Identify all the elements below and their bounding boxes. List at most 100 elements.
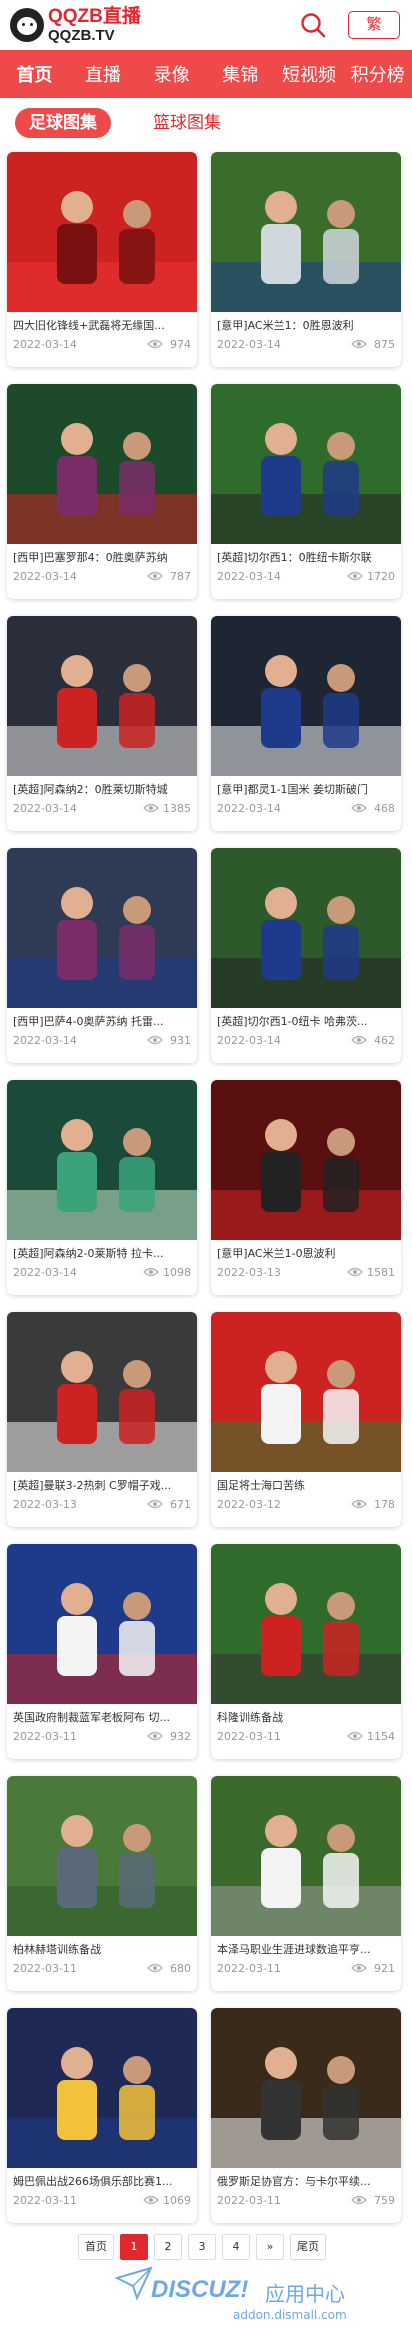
card-title[interactable]: [英超]切尔西1：0胜纽卡斯尔联 [211, 544, 401, 566]
traditional-chinese-button[interactable]: 繁 [348, 11, 400, 39]
nav-home[interactable]: 首页 [0, 61, 69, 87]
card-view-count: 974 [170, 337, 191, 351]
card-date: 2022-03-13 [13, 1497, 77, 1511]
gallery-thumbnail[interactable] [7, 1312, 197, 1472]
card-title[interactable]: [意甲]AC米兰1-0恩波利 [211, 1240, 401, 1262]
page-first[interactable]: 首页 [78, 2234, 114, 2260]
card-date: 2022-03-14 [13, 1265, 77, 1279]
gallery-card[interactable]: 英国政府制裁蓝军老板阿布 切... 2022-03-11 932 [7, 1544, 197, 1759]
eye-icon [147, 1963, 163, 1973]
card-date: 2022-03-11 [13, 2193, 77, 2207]
card-view-count: 1069 [163, 2193, 191, 2207]
gallery-thumbnail[interactable] [211, 2008, 401, 2168]
gallery-thumbnail[interactable] [211, 1080, 401, 1240]
card-title[interactable]: [英超]阿森纳2-0莱斯特 拉卡... [7, 1240, 197, 1262]
gallery-card[interactable]: [西甲]巴塞罗那4：0胜奥萨苏纳 2022-03-14 787 [7, 384, 197, 599]
page-last[interactable]: 尾页 [290, 2234, 326, 2260]
gallery-thumbnail[interactable] [7, 384, 197, 544]
gallery-card[interactable]: [西甲]巴萨4-0奥萨苏纳 托雷... 2022-03-14 931 [7, 848, 197, 1063]
gallery-thumbnail[interactable] [211, 848, 401, 1008]
eye-icon [347, 571, 363, 581]
gallery-card[interactable]: 姆巴佩出战266场俱乐部比赛1... 2022-03-11 1069 [7, 2008, 197, 2223]
logo-title: QQZB直播 [48, 6, 141, 27]
gallery-card[interactable]: [意甲]都灵1-1国米 姜切斯破门 2022-03-14 468 [211, 616, 401, 831]
card-title[interactable]: [西甲]巴萨4-0奥萨苏纳 托雷... [7, 1008, 197, 1030]
card-title[interactable]: 柏林赫塔训练备战 [7, 1936, 197, 1958]
eye-icon [351, 339, 367, 349]
card-date: 2022-03-11 [13, 1729, 77, 1743]
gallery-card[interactable]: [英超]阿森纳2：0胜莱切斯特城 2022-03-14 1385 [7, 616, 197, 831]
nav-short-video[interactable]: 短视频 [275, 61, 344, 87]
card-title[interactable]: [英超]曼联3-2热刺 C罗帽子戏... [7, 1472, 197, 1494]
card-title[interactable]: 四大旧化锋线+武磊将无缘国... [7, 312, 197, 334]
eye-icon [351, 1035, 367, 1045]
site-logo[interactable]: QQZB直播 QQZB.TV [10, 5, 141, 45]
gallery-card[interactable]: [英超]阿森纳2-0莱斯特 拉卡... 2022-03-14 1098 [7, 1080, 197, 1295]
eye-icon [143, 2195, 159, 2205]
eye-icon [147, 1035, 163, 1045]
card-view-count: 1581 [367, 1265, 395, 1279]
gallery-thumbnail[interactable] [211, 1544, 401, 1704]
card-title[interactable]: 姆巴佩出战266场俱乐部比赛1... [7, 2168, 197, 2190]
gallery-card[interactable]: 本泽马职业生涯进球数追平亨... 2022-03-11 921 [211, 1776, 401, 1991]
nav-standings[interactable]: 积分榜 [343, 61, 412, 87]
card-date: 2022-03-14 [217, 1033, 281, 1047]
nav-replay[interactable]: 录像 [137, 61, 206, 87]
card-date: 2022-03-13 [217, 1265, 281, 1279]
tab-football-gallery[interactable]: 足球图集 [15, 108, 111, 138]
gallery-card[interactable]: 柏林赫塔训练备战 2022-03-11 680 [7, 1776, 197, 1991]
gallery-card[interactable]: [意甲]AC米兰1-0恩波利 2022-03-13 1581 [211, 1080, 401, 1295]
card-title[interactable]: [英超]阿森纳2：0胜莱切斯特城 [7, 776, 197, 798]
gallery-thumbnail[interactable] [211, 384, 401, 544]
card-title[interactable]: 俄罗斯足协官方：与卡尔平续... [211, 2168, 401, 2190]
gallery-thumbnail[interactable] [7, 1080, 197, 1240]
gallery-card[interactable]: 俄罗斯足协官方：与卡尔平续... 2022-03-11 759 [211, 2008, 401, 2223]
gallery-thumbnail[interactable] [7, 1544, 197, 1704]
search-icon[interactable] [298, 10, 328, 40]
eye-icon [143, 1267, 159, 1277]
gallery-thumbnail[interactable] [211, 616, 401, 776]
gallery-card[interactable]: [英超]切尔西1-0纽卡 哈弗茨... 2022-03-14 462 [211, 848, 401, 1063]
card-title[interactable]: 本泽马职业生涯进球数追平亨... [211, 1936, 401, 1958]
card-title[interactable]: [英超]切尔西1-0纽卡 哈弗茨... [211, 1008, 401, 1030]
paper-plane-icon [115, 2266, 153, 2301]
card-title[interactable]: [西甲]巴塞罗那4：0胜奥萨苏纳 [7, 544, 197, 566]
card-view-count: 671 [170, 1497, 191, 1511]
page-3[interactable]: 3 [188, 2234, 216, 2260]
gallery-card[interactable]: 四大旧化锋线+武磊将无缘国... 2022-03-14 974 [7, 152, 197, 367]
card-view-count: 787 [170, 569, 191, 583]
gallery-card[interactable]: [意甲]AC米兰1：0胜恩波利 2022-03-14 875 [211, 152, 401, 367]
card-title[interactable]: [意甲]都灵1-1国米 姜切斯破门 [211, 776, 401, 798]
card-date: 2022-03-14 [13, 801, 77, 815]
gallery-thumbnail[interactable] [7, 1776, 197, 1936]
page-2[interactable]: 2 [154, 2234, 182, 2260]
gallery-card[interactable]: [英超]切尔西1：0胜纽卡斯尔联 2022-03-14 1720 [211, 384, 401, 599]
card-title[interactable]: [意甲]AC米兰1：0胜恩波利 [211, 312, 401, 334]
gallery-thumbnail[interactable] [211, 152, 401, 312]
card-title[interactable]: 国足将士海口苦练 [211, 1472, 401, 1494]
tab-basketball-gallery[interactable]: 篮球图集 [139, 108, 235, 138]
pagination: 首页 1 2 3 4 » 尾页 [78, 2232, 332, 2262]
gallery-thumbnail[interactable] [211, 1776, 401, 1936]
header: QQZB直播 QQZB.TV 繁 [0, 0, 412, 50]
gallery-thumbnail[interactable] [7, 152, 197, 312]
page-1[interactable]: 1 [120, 2234, 148, 2260]
card-title[interactable]: 英国政府制裁蓝军老板阿布 切... [7, 1704, 197, 1726]
main-nav: 首页 直播 录像 集锦 短视频 积分榜 [0, 50, 412, 98]
gallery-thumbnail[interactable] [7, 616, 197, 776]
gallery-thumbnail[interactable] [211, 1312, 401, 1472]
card-title[interactable]: 科隆训练备战 [211, 1704, 401, 1726]
card-date: 2022-03-14 [13, 569, 77, 583]
gallery-card[interactable]: [英超]曼联3-2热刺 C罗帽子戏... 2022-03-13 671 [7, 1312, 197, 1527]
card-view-count: 875 [374, 337, 395, 351]
card-date: 2022-03-11 [217, 1961, 281, 1975]
nav-live[interactable]: 直播 [69, 61, 138, 87]
gallery-thumbnail[interactable] [7, 848, 197, 1008]
gallery-thumbnail[interactable] [7, 2008, 197, 2168]
page-4[interactable]: 4 [222, 2234, 250, 2260]
page-next[interactable]: » [256, 2234, 284, 2260]
nav-highlights[interactable]: 集锦 [206, 61, 275, 87]
gallery-card[interactable]: 科隆训练备战 2022-03-11 1154 [211, 1544, 401, 1759]
eye-icon [351, 1963, 367, 1973]
gallery-card[interactable]: 国足将士海口苦练 2022-03-12 178 [211, 1312, 401, 1527]
